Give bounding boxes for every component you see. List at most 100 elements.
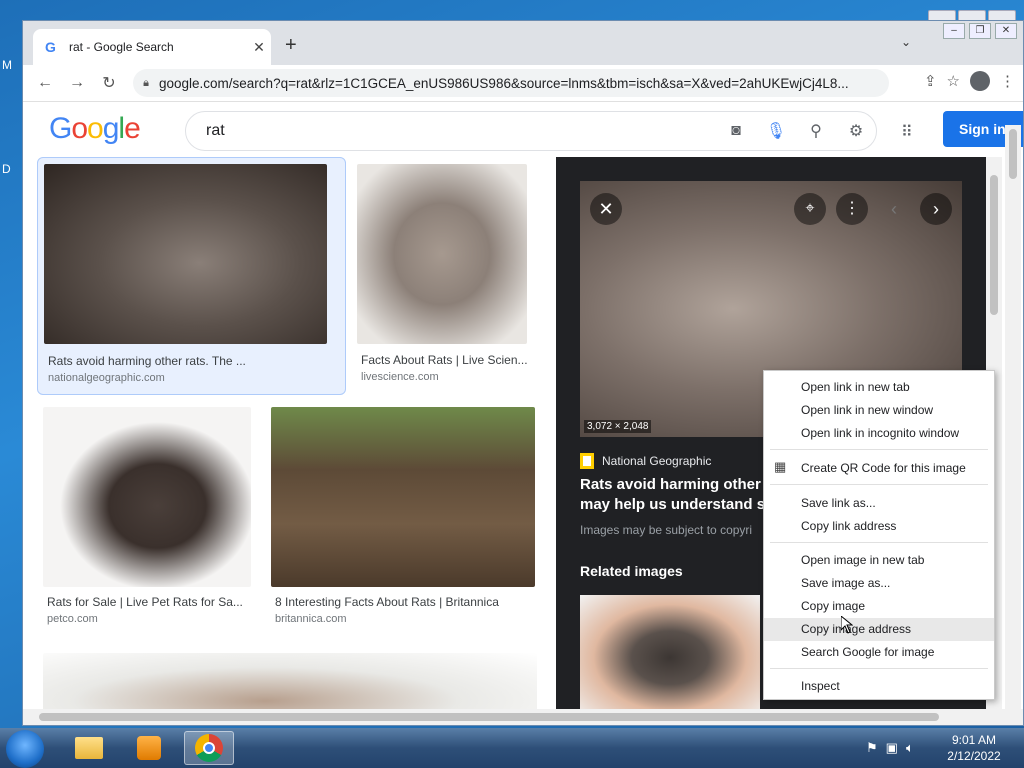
- menu-separator: [770, 668, 988, 669]
- chrome-icon: [195, 734, 223, 762]
- clock[interactable]: 9:01 AM 2/12/2022: [934, 732, 1014, 764]
- action-center-flag-icon[interactable]: ⚑: [866, 740, 878, 756]
- folder-icon: [75, 737, 103, 759]
- menu-save-image-as[interactable]: Save image as...: [764, 572, 994, 595]
- minimize-button[interactable]: –: [943, 23, 965, 39]
- result-caption[interactable]: Facts About Rats | Live Scien...: [361, 353, 537, 367]
- result-source: livescience.com: [361, 371, 439, 383]
- menu-separator: [770, 484, 988, 485]
- menu-open-link-new-tab[interactable]: Open link in new tab: [764, 376, 994, 399]
- desktop-icon-label: M: [2, 58, 12, 72]
- more-options-icon[interactable]: ⋮: [836, 193, 868, 225]
- media-player-icon: [137, 736, 161, 760]
- desktop-icon-label: D: [2, 162, 11, 176]
- tab-strip: G rat - Google Search ✕ + ⌄ – ❐ ✕: [23, 21, 1023, 65]
- close-preview-icon[interactable]: ✕: [590, 193, 622, 225]
- window-controls: – ❐ ✕: [943, 23, 1017, 39]
- next-image-icon[interactable]: ›: [920, 193, 952, 225]
- lock-icon[interactable]: 🔒︎: [133, 77, 159, 90]
- tab-rat-search[interactable]: G rat - Google Search ✕: [33, 29, 271, 65]
- clock-time: 9:01 AM: [951, 733, 997, 747]
- menu-copy-image-address[interactable]: Copy image address: [764, 618, 994, 641]
- google-logo[interactable]: Google: [49, 112, 141, 146]
- menu-inspect[interactable]: Inspect: [764, 675, 994, 698]
- menu-create-qr-code[interactable]: Create QR Code for this image: [764, 457, 994, 480]
- menu-open-link-new-window[interactable]: Open link in new window: [764, 399, 994, 422]
- tab-title: rat - Google Search: [69, 40, 174, 54]
- preview-source[interactable]: National Geographic: [580, 453, 711, 469]
- result-thumbnail[interactable]: [357, 164, 527, 344]
- result-thumbnail[interactable]: [43, 653, 537, 709]
- result-card-1[interactable]: Rats avoid harming other rats. The ... n…: [37, 157, 346, 395]
- google-header: Google rat ◙ 🎙︎ ⚲ ⚙ ⠿ Sign in: [23, 102, 1023, 156]
- back-arrow-icon[interactable]: ←: [29, 74, 61, 92]
- profile-avatar[interactable]: [970, 71, 990, 91]
- scrollbar-thumb[interactable]: [1009, 129, 1017, 179]
- page-horizontal-scrollbar[interactable]: [23, 709, 1023, 725]
- forward-arrow-icon[interactable]: →: [61, 74, 93, 92]
- related-image-thumbnail[interactable]: [580, 595, 760, 709]
- preview-source-name: National Geographic: [602, 454, 712, 468]
- result-card-4[interactable]: 8 Interesting Facts About Rats | Britann…: [271, 407, 539, 637]
- volume-icon[interactable]: 🔈︎: [906, 740, 914, 756]
- menu-open-image-new-tab[interactable]: Open image in new tab: [764, 549, 994, 572]
- menu-copy-link-address[interactable]: Copy link address: [764, 515, 994, 538]
- result-source: britannica.com: [275, 613, 347, 625]
- taskbar-media-player[interactable]: [124, 731, 174, 765]
- menu-save-link-as[interactable]: Save link as...: [764, 492, 994, 515]
- menu-copy-image[interactable]: Copy image: [764, 595, 994, 618]
- result-card-2[interactable]: Facts About Rats | Live Scien... livesci…: [357, 157, 537, 393]
- lens-search-icon[interactable]: ⌖: [794, 193, 826, 225]
- search-icon[interactable]: ⚲: [796, 121, 836, 141]
- close-button[interactable]: ✕: [995, 23, 1017, 39]
- image-results-grid: Rats avoid harming other rats. The ... n…: [23, 157, 556, 709]
- microphone-icon[interactable]: 🎙︎: [756, 121, 796, 141]
- result-card-3[interactable]: Rats for Sale | Live Pet Rats for Sa... …: [43, 407, 255, 637]
- search-input[interactable]: rat: [206, 122, 716, 140]
- menu-search-google-for-image[interactable]: Search Google for image: [764, 641, 994, 664]
- url-text: google.com/search?q=rat&rlz=1C1GCEA_enUS…: [159, 75, 849, 91]
- scrollbar-thumb[interactable]: [990, 175, 998, 315]
- result-card-5[interactable]: [43, 653, 537, 709]
- google-favicon-icon: G: [45, 39, 56, 55]
- taskbar: ⚑ ▣ 🔈︎ 9:01 AM 2/12/2022: [0, 728, 1024, 768]
- network-icon[interactable]: ▣: [886, 740, 898, 756]
- reload-icon[interactable]: ↻: [93, 73, 125, 93]
- menu-separator: [770, 449, 988, 450]
- tab-search-chevron-icon[interactable]: ⌄: [901, 35, 911, 49]
- start-button[interactable]: [6, 730, 44, 768]
- taskbar-explorer[interactable]: [64, 731, 114, 765]
- mouse-cursor-icon: [841, 616, 853, 634]
- scrollbar-thumb[interactable]: [39, 713, 939, 721]
- related-images-heading: Related images: [580, 563, 683, 579]
- settings-gear-icon[interactable]: ⚙: [836, 121, 876, 141]
- share-icon[interactable]: ⇪: [924, 72, 937, 90]
- new-tab-button[interactable]: +: [285, 34, 297, 57]
- restore-button[interactable]: ❐: [969, 23, 991, 39]
- taskbar-chrome[interactable]: [184, 731, 234, 765]
- tab-close-icon[interactable]: ✕: [247, 39, 271, 56]
- result-source: petco.com: [47, 613, 98, 625]
- bookmark-star-icon[interactable]: ☆: [947, 72, 960, 90]
- result-thumbnail[interactable]: [43, 407, 251, 587]
- result-caption[interactable]: Rats for Sale | Live Pet Rats for Sa...: [47, 595, 253, 609]
- menu-open-link-incognito[interactable]: Open link in incognito window: [764, 422, 994, 445]
- result-caption[interactable]: Rats avoid harming other rats. The ...: [48, 354, 328, 368]
- camera-search-icon[interactable]: ◙: [716, 122, 756, 140]
- national-geographic-logo-icon: [580, 453, 594, 469]
- clock-date: 2/12/2022: [947, 749, 1001, 763]
- context-menu: Open link in new tab Open link in new wi…: [763, 370, 995, 700]
- page-vertical-scrollbar[interactable]: [1005, 125, 1021, 709]
- google-apps-icon[interactable]: ⠿: [901, 122, 913, 142]
- result-thumbnail[interactable]: [271, 407, 535, 587]
- result-caption[interactable]: 8 Interesting Facts About Rats | Britann…: [275, 595, 539, 609]
- chrome-menu-icon[interactable]: ⋮: [1000, 72, 1015, 90]
- result-thumbnail[interactable]: [44, 164, 327, 344]
- result-source: nationalgeographic.com: [48, 372, 165, 384]
- address-bar[interactable]: 🔒︎ google.com/search?q=rat&rlz=1C1GCEA_e…: [133, 69, 889, 97]
- menu-separator: [770, 542, 988, 543]
- previous-image-icon[interactable]: ‹: [878, 193, 910, 225]
- search-box[interactable]: rat ◙ 🎙︎ ⚲ ⚙: [185, 111, 877, 151]
- copyright-note: Images may be subject to copyri: [580, 523, 753, 537]
- system-tray: ⚑ ▣ 🔈︎: [866, 740, 914, 756]
